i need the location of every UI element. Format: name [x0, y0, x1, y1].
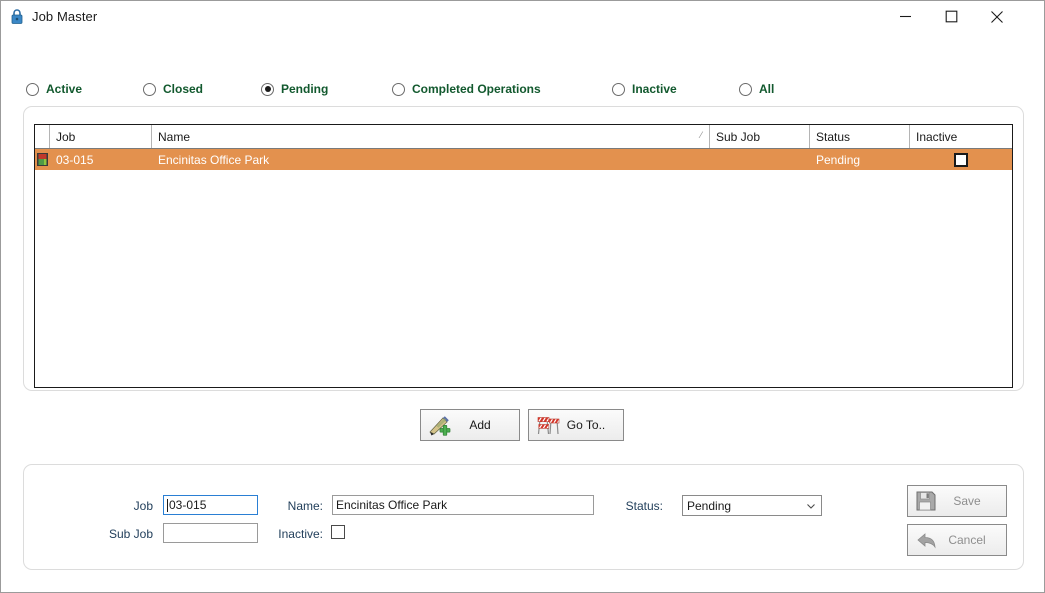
grid-header-sub-job[interactable]: Sub Job [710, 125, 810, 148]
sub-job-input[interactable] [163, 523, 258, 543]
radio-option-label: Inactive [632, 82, 677, 96]
status-select[interactable]: Pending [682, 495, 822, 516]
job-master-window: Job Master Active Closed Pending Completed … [0, 0, 1045, 593]
radio-circle-icon[interactable] [739, 82, 752, 96]
cancel-button[interactable]: Cancel [907, 524, 1007, 556]
radio-option-label: Closed [163, 82, 204, 96]
grid-header-row: Job Name ⁄ Sub Job Status Inactive [35, 125, 1012, 149]
grid-header-status[interactable]: Status [810, 125, 910, 148]
row-sub-job [710, 149, 810, 170]
status-select-value: Pending [687, 498, 732, 513]
maximize-button[interactable] [928, 1, 974, 32]
chevron-down-icon [807, 503, 815, 509]
inactive-checkbox[interactable] [331, 525, 345, 539]
radio-option-inactive[interactable]: Inactive [612, 77, 677, 101]
grid-header-name[interactable]: Name ⁄ [152, 125, 710, 148]
add-button[interactable]: Add [420, 409, 520, 441]
name-input[interactable]: Encinitas Office Park [332, 495, 594, 515]
job-record-icon [37, 153, 48, 166]
save-button[interactable]: Save [907, 485, 1007, 517]
window-title: Job Master [32, 9, 98, 24]
barricade-icon [537, 417, 560, 435]
radio-circle-icon[interactable] [261, 82, 274, 96]
grid-action-bar: Add Go To.. [1, 409, 1044, 441]
grid-header-icon[interactable] [35, 125, 50, 148]
text-caret [167, 498, 168, 512]
name-label: Name: [287, 499, 323, 513]
job-input-value: 03-015 [169, 498, 207, 512]
job-detail-panel [23, 464, 1024, 570]
status-label: Status: [625, 499, 663, 513]
inactive-label: Inactive: [278, 527, 323, 541]
job-input[interactable]: 03-015 [163, 495, 258, 515]
radio-option-active[interactable]: Active [26, 77, 82, 101]
save-button-label: Save [953, 494, 981, 508]
grid-header-job-label: Job [56, 129, 76, 144]
radio-option-closed[interactable]: Closed [143, 77, 203, 101]
radio-circle-icon[interactable] [26, 82, 39, 96]
sub-job-label: Sub Job [108, 527, 153, 541]
radio-option-label: Pending [281, 82, 329, 96]
job-grid[interactable]: Job Name ⁄ Sub Job Status Inactive 03-01… [34, 124, 1013, 388]
table-row[interactable]: 03-015 Encinitas Office Park Pending [35, 149, 1012, 170]
radio-option-pending[interactable]: Pending [261, 77, 328, 101]
radio-option-label: Active [46, 82, 83, 96]
filter-radio-group: Active Closed Pending Completed Operations I… [1, 77, 1044, 101]
radio-option-all[interactable]: All [739, 77, 774, 101]
floppy-disk-icon [916, 491, 936, 511]
lock-icon [11, 8, 23, 24]
grid-header-inactive-label: Inactive [916, 129, 958, 144]
row-icon-cell [35, 149, 50, 170]
maximize-icon [945, 10, 957, 23]
radio-circle-icon[interactable] [612, 82, 625, 96]
cancel-button-label: Cancel [948, 533, 986, 547]
radio-option-label: All [759, 82, 775, 96]
radio-circle-icon[interactable] [392, 82, 405, 96]
minimize-icon [899, 15, 911, 18]
row-inactive-checkbox[interactable] [954, 152, 968, 167]
add-button-label: Add [469, 418, 491, 432]
go-to-button-label: Go To.. [566, 418, 606, 432]
grid-body: 03-015 Encinitas Office Park Pending [35, 149, 1012, 170]
job-label: Job [133, 499, 153, 513]
row-job: 03-015 [56, 152, 94, 167]
undo-arrow-icon [917, 533, 936, 549]
grid-header-job[interactable]: Job [50, 125, 152, 148]
minimize-button[interactable] [882, 1, 928, 32]
title-bar: Job Master [1, 1, 1044, 32]
grid-header-status-label: Status [816, 129, 851, 144]
close-button[interactable] [974, 1, 1020, 32]
row-status: Pending [816, 152, 861, 167]
radio-option-label: Completed Operations [412, 82, 541, 96]
sort-ascending-icon: ⁄ [700, 130, 702, 140]
name-input-value: Encinitas Office Park [336, 498, 448, 512]
close-icon [991, 10, 1003, 23]
go-to-button[interactable]: Go To.. [528, 409, 624, 441]
radio-circle-icon[interactable] [143, 82, 156, 96]
grid-header-name-label: Name [158, 129, 191, 144]
pencil-plus-icon [429, 416, 451, 436]
grid-header-sub-job-label: Sub Job [716, 129, 761, 144]
radio-option-completed-operations[interactable]: Completed Operations [392, 77, 541, 101]
row-inactive-cell [910, 149, 1012, 170]
row-name: Encinitas Office Park [158, 152, 270, 167]
grid-header-inactive[interactable]: Inactive [910, 125, 1012, 148]
